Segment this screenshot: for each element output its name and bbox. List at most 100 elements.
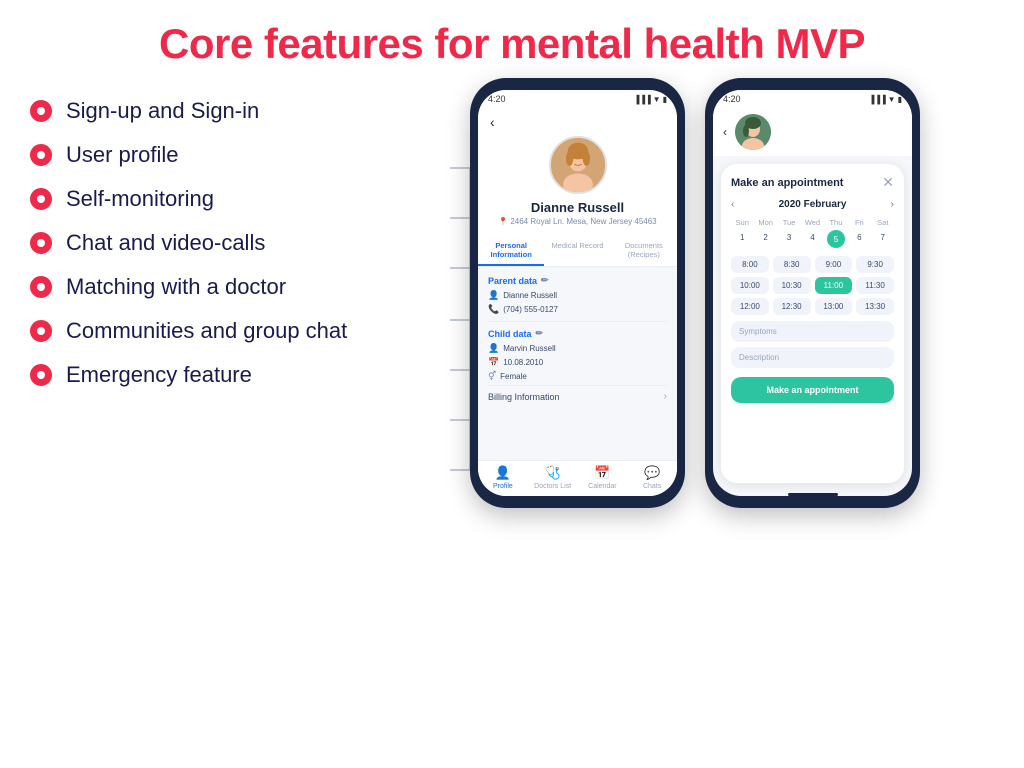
back-arrow-phone1[interactable]: ‹ (490, 114, 495, 130)
feature-signup: Sign-up and Sign-in (30, 98, 450, 124)
modal-header: Make an appointment ✕ (731, 174, 894, 191)
cal-header-thu: Thu (825, 216, 847, 229)
phone1: 4:20 ▐▐▐ ▼ ▮ ‹ (470, 78, 685, 508)
cal-month-label: 2020 February (779, 199, 847, 210)
feature-dot-emergency (30, 364, 52, 386)
phone1-status-icons: ▐▐▐ ▼ ▮ (634, 95, 667, 104)
cal-header-tue: Tue (778, 216, 800, 229)
parent-name-row: 👤 Dianne Russell (488, 290, 667, 301)
feature-label-emergency: Emergency feature (66, 362, 252, 388)
nav-profile[interactable]: 👤 Profile (478, 465, 528, 490)
user-name: Dianne Russell (531, 200, 624, 215)
time-slot-7[interactable]: 11:30 (856, 277, 894, 294)
parent-data-title: Parent data ✏ (488, 275, 667, 286)
time-slot-0[interactable]: 8:00 (731, 256, 769, 273)
feature-list: Sign-up and Sign-in User profile Self-mo… (30, 88, 450, 406)
feature-dot-chat (30, 232, 52, 254)
cal-day-3[interactable]: 3 (778, 230, 800, 248)
feature-matching: Matching with a doctor (30, 274, 450, 300)
description-input[interactable]: Description (731, 347, 894, 368)
feature-profile: User profile (30, 142, 450, 168)
cal-day-7[interactable]: 7 (872, 230, 894, 248)
appointment-modal: Make an appointment ✕ ‹ 2020 February › … (721, 164, 904, 483)
tab-documents[interactable]: Documents (Recipes) (611, 236, 677, 266)
cal-header-mon: Mon (754, 216, 776, 229)
feature-label-communities: Communities and group chat (66, 318, 347, 344)
time-slot-2[interactable]: 9:00 (815, 256, 853, 273)
calendar-nav: ‹ 2020 February › (731, 199, 894, 210)
page-title: Core features for mental health MVP (30, 20, 994, 68)
cal-next-button[interactable]: › (891, 199, 894, 210)
feature-label-signup: Sign-up and Sign-in (66, 98, 259, 124)
nav-calendar[interactable]: 📅 Calendar (578, 465, 628, 490)
time-slot-8[interactable]: 12:00 (731, 298, 769, 315)
calendar-grid: Sun Mon Tue Wed Thu Fri Sat 1 2 3 4 5 (731, 216, 894, 248)
time-slot-4[interactable]: 10:00 (731, 277, 769, 294)
phone2-screen: 4:20 ▐▐▐ ▼ ▮ ‹ (713, 90, 912, 496)
phone1-notch (548, 78, 608, 88)
make-appointment-button[interactable]: Make an appointment (731, 377, 894, 403)
phone1-bottom-nav: 👤 Profile 🩺 Doctors List 📅 Calendar (478, 460, 677, 496)
feature-monitoring: Self-monitoring (30, 186, 450, 212)
feature-dot-signup (30, 100, 52, 122)
tab-medical[interactable]: Medical Record (544, 236, 610, 266)
time-slot-5[interactable]: 10:30 (773, 277, 811, 294)
symptoms-input[interactable]: Symptoms (731, 321, 894, 342)
child-data-title: Child data ✏ (488, 328, 667, 339)
divider-1 (488, 321, 667, 322)
time-slot-9[interactable]: 12:30 (773, 298, 811, 315)
feature-emergency: Emergency feature (30, 362, 450, 388)
feature-dot-communities (30, 320, 52, 342)
phones-container: 4:20 ▐▐▐ ▼ ▮ ‹ (470, 78, 920, 508)
feature-dot-matching (30, 276, 52, 298)
nav-doctors[interactable]: 🩺 Doctors List (528, 465, 578, 490)
user-address: 📍 2464 Royal Ln. Mesa, New Jersey 45463 (498, 217, 656, 226)
phone1-header: ‹ (478, 108, 677, 236)
cal-day-1[interactable]: 1 (731, 230, 753, 248)
parent-phone-row: 📞 (704) 555-0127 (488, 304, 667, 315)
modal-title: Make an appointment (731, 177, 843, 189)
phone1-body: Parent data ✏ 👤 Dianne Russell 📞 (704) 5… (478, 267, 677, 460)
phone1-status-bar: 4:20 ▐▐▐ ▼ ▮ (478, 90, 677, 108)
feature-dot-monitoring (30, 188, 52, 210)
doctor-avatar (735, 114, 771, 150)
billing-row[interactable]: Billing Information › (488, 385, 667, 407)
phone1-tabs: Personal Information Medical Record Docu… (478, 236, 677, 267)
user-avatar (549, 136, 607, 194)
time-slot-1[interactable]: 8:30 (773, 256, 811, 273)
back-btn-phone2[interactable]: ‹ (723, 125, 727, 139)
content-area: Sign-up and Sign-in User profile Self-mo… (30, 88, 994, 508)
time-slots-grid: 8:00 8:30 9:00 9:30 10:00 10:30 11:00 11… (731, 256, 894, 315)
time-slot-3[interactable]: 9:30 (856, 256, 894, 273)
feature-label-chat: Chat and video-calls (66, 230, 265, 256)
feature-dot-profile (30, 144, 52, 166)
feature-communities: Communities and group chat (30, 318, 450, 344)
cal-day-2[interactable]: 2 (754, 230, 776, 248)
cal-header-wed: Wed (801, 216, 823, 229)
home-indicator (788, 493, 838, 496)
cal-day-6[interactable]: 6 (848, 230, 870, 248)
phone2-notch (783, 78, 843, 88)
feature-label-monitoring: Self-monitoring (66, 186, 214, 212)
cal-day-5[interactable]: 5 (827, 230, 845, 248)
tab-personal[interactable]: Personal Information (478, 236, 544, 266)
phone2-header: ‹ (713, 108, 912, 156)
cal-prev-button[interactable]: ‹ (731, 199, 734, 210)
time-slot-10[interactable]: 13:00 (815, 298, 853, 315)
cal-header-sun: Sun (731, 216, 753, 229)
cal-day-4[interactable]: 4 (801, 230, 823, 248)
phone2-time: 4:20 (723, 94, 741, 104)
time-slot-11[interactable]: 13:30 (856, 298, 894, 315)
phone2: 4:20 ▐▐▐ ▼ ▮ ‹ (705, 78, 920, 508)
child-name-row: 👤 Marvin Russell (488, 343, 667, 354)
feature-label-matching: Matching with a doctor (66, 274, 286, 300)
child-dob-row: 📅 10.08.2010 (488, 357, 667, 368)
phone1-time: 4:20 (488, 94, 506, 104)
nav-chats[interactable]: 💬 Chats (627, 465, 677, 490)
cal-header-sat: Sat (872, 216, 894, 229)
time-slot-6[interactable]: 11:00 (815, 277, 853, 294)
child-gender-row: ⚥ Female (488, 371, 667, 382)
phone2-status-bar: 4:20 ▐▐▐ ▼ ▮ (713, 90, 912, 108)
cal-header-fri: Fri (848, 216, 870, 229)
modal-close-button[interactable]: ✕ (882, 174, 894, 191)
